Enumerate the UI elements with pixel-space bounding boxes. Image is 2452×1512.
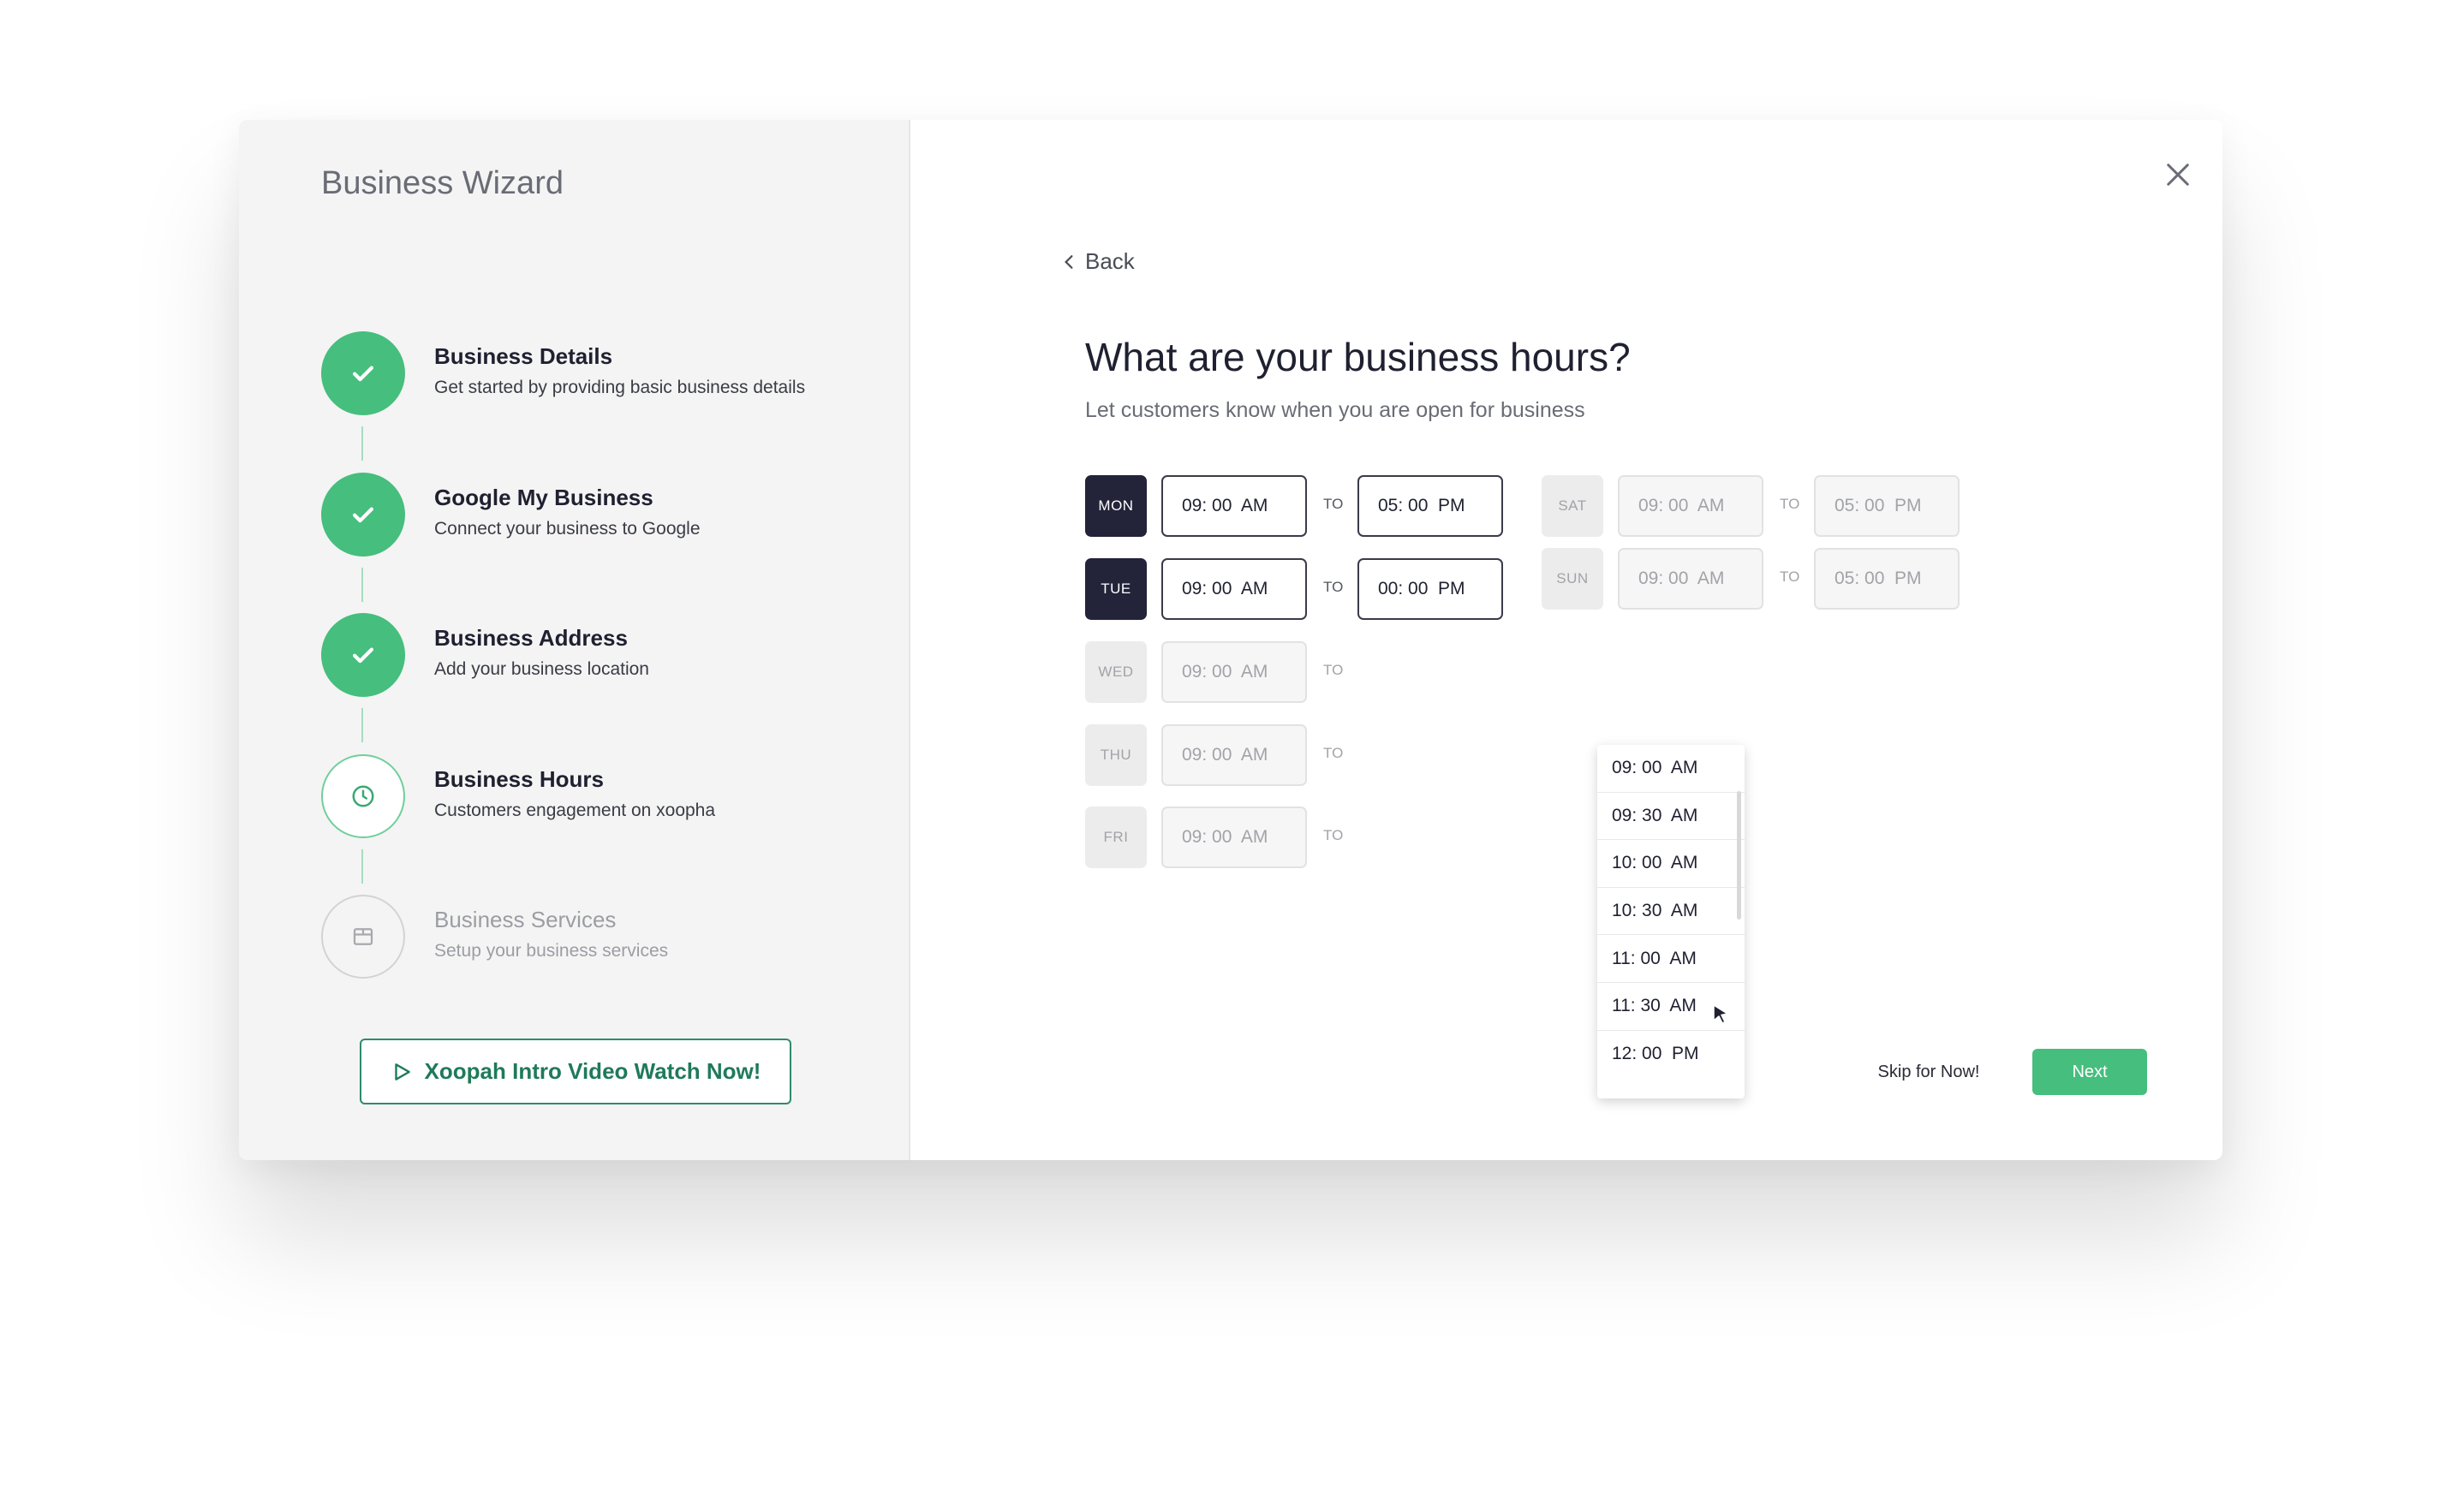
step-subtitle: Add your business location bbox=[434, 659, 649, 679]
to-label: TO bbox=[1780, 496, 1800, 512]
wizard-title: Business Wizard bbox=[321, 165, 564, 201]
step-connector bbox=[361, 426, 363, 461]
step-title: Business Address bbox=[434, 625, 628, 651]
step-business-address[interactable]: Business Address Add your business locat… bbox=[321, 613, 904, 699]
box-icon bbox=[353, 928, 373, 945]
step-title: Google My Business bbox=[434, 485, 653, 510]
to-time-input[interactable]: 05: 00 PM bbox=[1814, 475, 1960, 537]
from-time-input[interactable]: 09: 00 AM bbox=[1618, 548, 1763, 610]
time-option[interactable]: 11: 00 AM bbox=[1597, 935, 1745, 983]
back-label: Back bbox=[1085, 248, 1135, 274]
from-time-input[interactable]: 09: 00 AM bbox=[1161, 724, 1307, 786]
back-link[interactable]: Back bbox=[1063, 248, 1135, 275]
to-time-input[interactable]: 00: 00 PM bbox=[1357, 558, 1503, 620]
day-toggle-thu[interactable]: THU bbox=[1085, 724, 1147, 786]
time-dropdown[interactable]: 09: 00 AM 09: 30 AM 10: 00 AM 10: 30 AM … bbox=[1597, 745, 1745, 1098]
step-business-details[interactable]: Business Details Get started by providin… bbox=[321, 331, 904, 417]
step-subtitle: Get started by providing basic business … bbox=[434, 378, 806, 397]
from-time-input[interactable]: 09: 00 AM bbox=[1161, 475, 1307, 537]
step-google-my-business[interactable]: Google My Business Connect your business… bbox=[321, 473, 904, 558]
check-icon bbox=[352, 507, 374, 523]
to-label: TO bbox=[1323, 662, 1344, 678]
step-business-hours[interactable]: Business Hours Customers engagement on x… bbox=[321, 754, 904, 840]
wizard-sidebar: Business Wizard Business Details Get sta… bbox=[239, 120, 910, 1160]
step-status-circle bbox=[321, 754, 405, 838]
step-connector bbox=[361, 568, 363, 602]
dropdown-scrollbar[interactable] bbox=[1737, 791, 1741, 920]
step-connector bbox=[361, 849, 363, 884]
step-connector bbox=[361, 708, 363, 742]
step-title: Business Hours bbox=[434, 766, 604, 792]
to-label: TO bbox=[1323, 827, 1344, 843]
next-button[interactable]: Next bbox=[2032, 1049, 2147, 1095]
to-label: TO bbox=[1323, 579, 1344, 595]
to-time-input[interactable]: 05: 00 PM bbox=[1814, 548, 1960, 610]
time-option[interactable]: 10: 00 AM bbox=[1597, 840, 1745, 888]
step-title: Business Services bbox=[434, 907, 617, 932]
close-icon bbox=[2167, 164, 2189, 186]
page-subtitle: Let customers know when you are open for… bbox=[1085, 398, 1585, 422]
check-icon bbox=[352, 366, 374, 382]
step-subtitle: Setup your business services bbox=[434, 941, 669, 961]
day-toggle-tue[interactable]: TUE bbox=[1085, 558, 1147, 620]
time-option[interactable]: 09: 30 AM bbox=[1597, 793, 1745, 841]
step-business-services[interactable]: Business Services Setup your business se… bbox=[321, 895, 904, 980]
from-time-input[interactable]: 09: 00 AM bbox=[1161, 558, 1307, 620]
step-subtitle: Connect your business to Google bbox=[434, 519, 701, 539]
chevron-left-icon bbox=[1065, 254, 1073, 269]
from-time-input[interactable]: 09: 00 AM bbox=[1161, 641, 1307, 703]
day-toggle-fri[interactable]: FRI bbox=[1085, 807, 1147, 868]
time-option[interactable]: 11: 30 AM bbox=[1597, 983, 1745, 1031]
to-label: TO bbox=[1323, 745, 1344, 761]
step-status-circle bbox=[321, 331, 405, 415]
page-title: What are your business hours? bbox=[1085, 335, 1631, 379]
from-time-input[interactable]: 09: 00 AM bbox=[1161, 807, 1307, 868]
to-label: TO bbox=[1780, 568, 1800, 585]
step-status-circle bbox=[321, 473, 405, 557]
time-option[interactable]: 10: 30 AM bbox=[1597, 888, 1745, 936]
step-status-circle bbox=[321, 895, 405, 979]
step-status-circle bbox=[321, 613, 405, 697]
clock-icon bbox=[352, 785, 374, 807]
time-option[interactable]: 12: 00 PM bbox=[1597, 1031, 1745, 1079]
day-toggle-mon[interactable]: MON bbox=[1085, 475, 1147, 537]
time-option[interactable]: 09: 00 AM bbox=[1597, 745, 1745, 793]
play-icon bbox=[394, 1063, 410, 1080]
intro-video-label: Xoopah Intro Video Watch Now! bbox=[424, 1058, 761, 1084]
day-toggle-sat[interactable]: SAT bbox=[1542, 475, 1603, 537]
day-toggle-sun[interactable]: SUN bbox=[1542, 548, 1603, 610]
intro-video-button[interactable]: Xoopah Intro Video Watch Now! bbox=[360, 1039, 791, 1104]
check-icon bbox=[352, 647, 374, 664]
step-title: Business Details bbox=[434, 343, 613, 369]
day-toggle-wed[interactable]: WED bbox=[1085, 641, 1147, 703]
to-label: TO bbox=[1323, 496, 1344, 512]
skip-button[interactable]: Skip for Now! bbox=[1864, 1049, 1993, 1095]
step-subtitle: Customers engagement on xoopha bbox=[434, 801, 716, 820]
business-wizard-modal: Business Wizard Business Details Get sta… bbox=[239, 120, 2222, 1160]
close-button[interactable] bbox=[2156, 152, 2200, 197]
to-time-input[interactable]: 05: 00 PM bbox=[1357, 475, 1503, 537]
from-time-input[interactable]: 09: 00 AM bbox=[1618, 475, 1763, 537]
